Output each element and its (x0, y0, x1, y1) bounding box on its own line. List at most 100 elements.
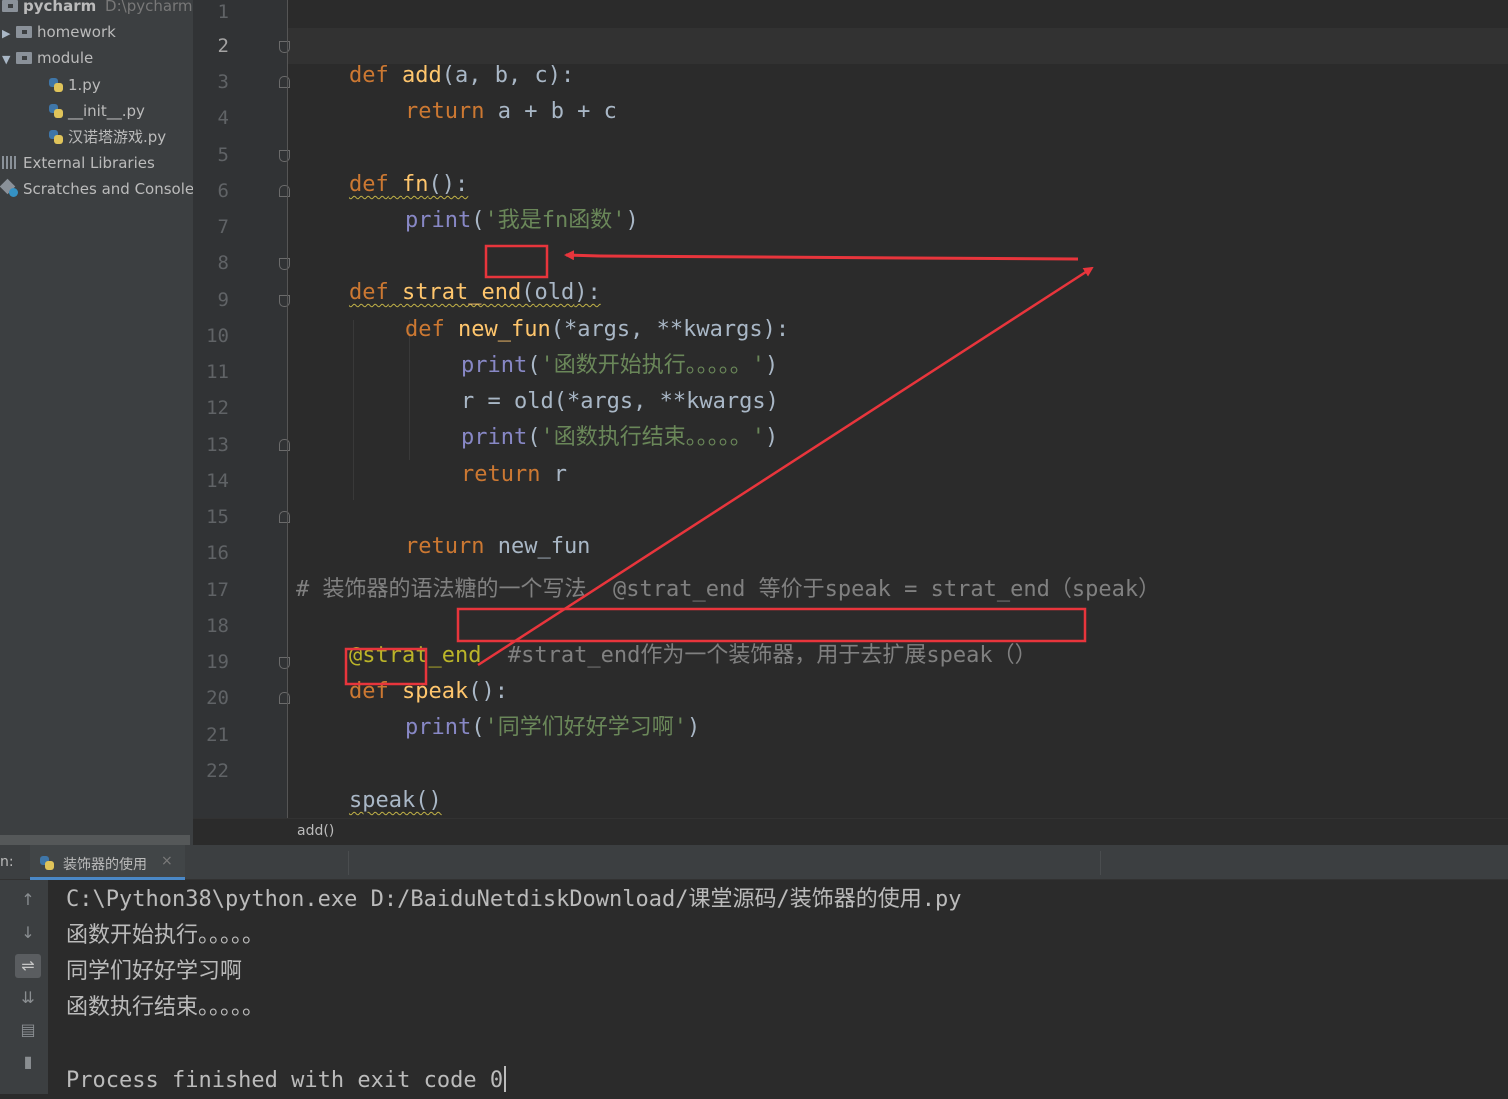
project-root[interactable]: pycharm D:\pycharm (2, 0, 193, 19)
tab-label: 装饰器的使用 (63, 857, 147, 873)
print-icon[interactable]: ▤ (15, 1018, 41, 1042)
code-line-13: return r (408, 430, 567, 487)
function-call: speak() (348, 788, 442, 813)
tree-item-init-py[interactable]: __init__.py (49, 98, 145, 124)
paren: ) (686, 715, 701, 740)
tree-item-hanoi-py[interactable]: 汉诺塔游戏.py (49, 124, 166, 150)
chevron-down-icon[interactable]: ▼ (2, 47, 16, 73)
keyword-return: return (404, 534, 485, 559)
up-arrow-icon[interactable]: ↑ (15, 888, 41, 912)
paren: ( (471, 208, 485, 233)
console-output[interactable]: C:\Python38\python.exe D:/BaiduNetdiskDo… (48, 880, 1508, 1094)
code-line-18: @strat_end #strat_end作为一个装饰器，用于去扩展speak（… (296, 611, 1037, 668)
expression: r (540, 462, 567, 487)
folder-icon (2, 0, 18, 12)
code-editor[interactable]: def add(a, b, c): return a + b + c def f… (296, 0, 1508, 818)
console-output-line: 函数执行结束。。。。。 (66, 995, 265, 1020)
fold-toggle-icon[interactable] (279, 258, 290, 270)
fold-end-icon[interactable] (279, 692, 290, 704)
tree-item-label: External Libraries (23, 154, 155, 172)
line-number: 9 (217, 289, 229, 311)
project-sidebar: pycharm D:\pycharm ▶ homework ▼ module 1.p… (0, 0, 193, 845)
code-line-22: speak() (296, 756, 442, 813)
scratches-icon (0, 178, 18, 197)
run-toolbar: ↑ ↓ ⇌ ⇊ ▤ ▮ (0, 880, 48, 1094)
tree-item-scratches[interactable]: Scratches and Consoles (0, 176, 193, 202)
folder-icon (16, 26, 32, 38)
code-line-8: def strat_end(old): (296, 248, 601, 305)
line-number: 3 (217, 71, 229, 93)
code-line-20: print('同学们好好学习啊') (352, 683, 700, 740)
line-number: 20 (206, 687, 229, 709)
breadcrumb[interactable]: add() (193, 818, 1508, 845)
folder-icon (16, 52, 32, 64)
line-number: 19 (206, 651, 229, 673)
code-line-5: def fn(): (296, 140, 468, 197)
console-output-line: 同学们好好学习啊 (66, 959, 243, 984)
fold-end-icon[interactable] (279, 76, 290, 88)
code-line-10: print('函数开始执行。。。。。') (408, 321, 778, 378)
run-toolwindow-header: n: 装饰器的使用 × (0, 845, 1508, 880)
fold-toggle-icon[interactable] (279, 150, 290, 162)
code-line-6: print('我是fn函数') (352, 176, 639, 233)
tree-item-1-py[interactable]: 1.py (49, 72, 101, 98)
code-line-17-comment: # 装饰器的语法糖的一个写法 @strat_end 等价于speak = str… (296, 577, 1161, 602)
code-line-15: return new_fun (352, 502, 590, 559)
line-number: 12 (206, 397, 229, 419)
line-number: 8 (217, 252, 229, 274)
tree-item-label: module (37, 49, 94, 67)
library-icon (2, 156, 18, 169)
code-line-2: def add(a, b, c): (296, 31, 574, 88)
run-label: n: (0, 854, 14, 870)
keyword-return: return (460, 462, 541, 487)
line-number: 15 (206, 506, 229, 528)
fold-end-icon[interactable] (279, 511, 290, 523)
close-icon[interactable]: × (161, 853, 173, 869)
line-number: 1 (217, 1, 229, 23)
python-file-icon (49, 130, 63, 144)
fold-toggle-icon[interactable] (279, 41, 290, 53)
trash-icon[interactable]: ▮ (15, 1050, 41, 1074)
line-number: 22 (206, 760, 229, 782)
tree-item-external-libraries[interactable]: External Libraries (2, 150, 155, 176)
fold-toggle-icon[interactable] (279, 657, 290, 669)
inline-comment: #strat_end作为一个装饰器，用于去扩展speak（） (481, 643, 1037, 668)
line-number: 6 (217, 180, 229, 202)
project-root-path: D:\pycharm (105, 0, 193, 15)
down-arrow-icon[interactable]: ↓ (15, 921, 41, 945)
fold-end-icon[interactable] (279, 439, 290, 451)
editor-gutter[interactable]: 1 2 3 4 5 6 7 8 9 10 11 12 13 14 15 16 1… (193, 0, 290, 818)
fold-end-icon[interactable] (279, 185, 290, 197)
line-number: 18 (206, 615, 229, 637)
tree-item-label: 1.py (68, 76, 101, 94)
expression: new_fun (484, 534, 591, 559)
paren: ( (471, 715, 485, 740)
code-line-3: return a + b + c (352, 67, 617, 124)
python-file-icon (49, 104, 63, 118)
line-number: 7 (217, 216, 229, 238)
code-line-19: def speak(): (296, 647, 508, 704)
header-divider (348, 851, 349, 875)
tab-run-config[interactable]: 装饰器的使用 × (30, 845, 185, 880)
tree-item-label: 汉诺塔游戏.py (68, 128, 167, 146)
string-literal: '我是fn函数' (484, 208, 626, 233)
builtin-print: print (404, 208, 472, 233)
line-number: 21 (206, 724, 229, 746)
tree-item-label: homework (37, 23, 116, 41)
fold-toggle-icon[interactable] (279, 295, 290, 307)
tree-item-homework[interactable]: ▶ homework (2, 19, 116, 45)
breadcrumb-item[interactable]: add() (297, 823, 334, 839)
python-icon (40, 856, 54, 870)
tree-item-label: __init__.py (68, 102, 145, 120)
tree-item-module[interactable]: ▼ module (2, 45, 93, 71)
sidebar-horizontal-scrollbar[interactable] (0, 835, 190, 845)
code-line-12: print('函数执行结束。。。。。') (408, 393, 778, 450)
soft-wrap-icon[interactable]: ⇌ (15, 954, 41, 978)
exit-message: Process finished with exit code 0 (66, 1068, 504, 1093)
line-number: 16 (206, 542, 229, 564)
scroll-to-end-icon[interactable]: ⇊ (15, 986, 41, 1010)
text-caret (504, 1066, 507, 1092)
chevron-right-icon[interactable]: ▶ (2, 21, 16, 47)
line-number: 17 (206, 579, 229, 601)
project-root-name: pycharm (23, 0, 97, 15)
